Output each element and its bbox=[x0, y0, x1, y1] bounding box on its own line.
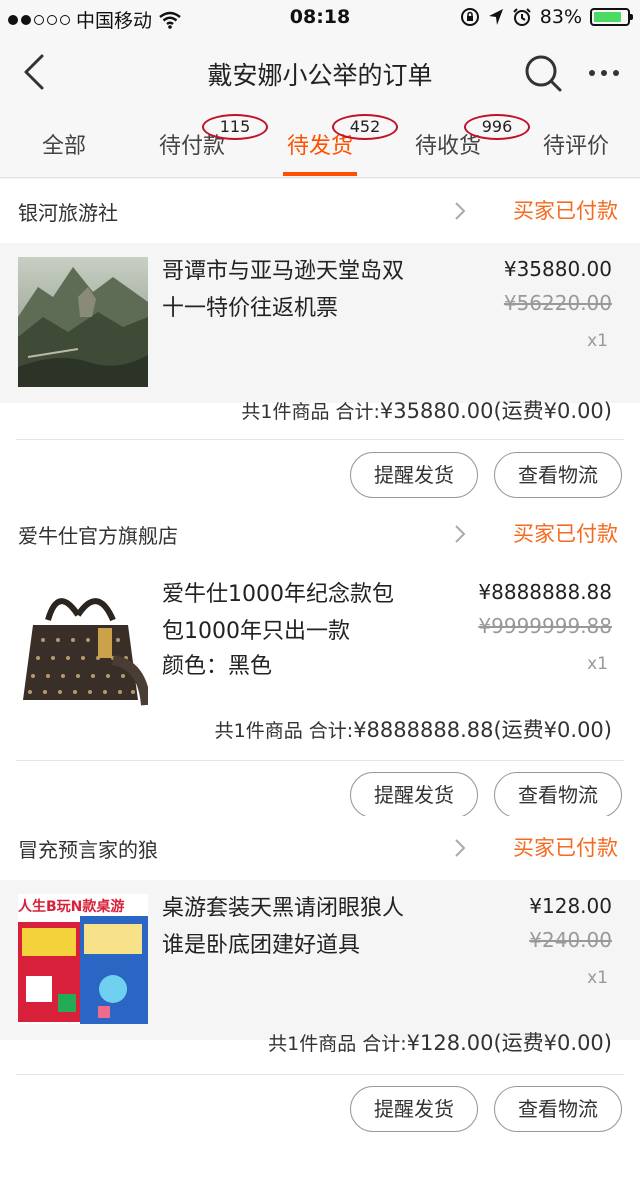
status-right: 83% bbox=[460, 6, 633, 28]
order-item[interactable]: 爱牛仕1000年纪念款包包1000年只出一款 颜色：黑色 ¥8888888.88… bbox=[0, 566, 640, 726]
summary-prefix: 共1件商品 合计: bbox=[241, 401, 380, 423]
chevron-right-icon bbox=[455, 839, 466, 857]
tab-pending-review[interactable]: 待评价 bbox=[516, 128, 636, 160]
order-status: 买家已付款 bbox=[513, 199, 618, 223]
chevron-right-icon bbox=[455, 202, 466, 220]
product-quantity: x1 bbox=[587, 654, 608, 674]
battery-icon bbox=[590, 8, 633, 26]
product-quantity: x1 bbox=[587, 968, 608, 988]
badge-pending-receipt: 996 bbox=[464, 114, 530, 140]
shipping-fee: (运费¥0.00) bbox=[493, 399, 612, 423]
box-title: 人生B玩N款桌游 bbox=[18, 899, 125, 915]
order-summary: 共1件商品 合计:¥128.00(运费¥0.00) bbox=[268, 1027, 612, 1057]
view-logistics-button[interactable]: 查看物流 bbox=[494, 452, 622, 498]
product-name: 桌游套装天黑请闭眼狼人谁是卧底团建好道具 bbox=[162, 896, 405, 958]
shop-row[interactable]: 银河旅游社 买家已付款 bbox=[0, 179, 640, 243]
order-item[interactable]: 哥谭市与亚马逊天堂岛双十一特价往返机票 ¥35880.00 ¥56220.00 … bbox=[0, 243, 640, 403]
shop-name: 冒充预言家的狼 bbox=[18, 838, 158, 862]
divider bbox=[16, 760, 624, 761]
shipping-fee: (运费¥0.00) bbox=[493, 718, 612, 742]
order-card: 爱牛仕官方旗舰店 买家已付款 爱牛仕1000年纪念款包包1000年只出一款 颜色… bbox=[0, 502, 640, 827]
product-name: 哥谭市与亚马逊天堂岛双十一特价往返机票 bbox=[162, 259, 405, 321]
product-name: 爱牛仕1000年纪念款包包1000年只出一款 bbox=[162, 582, 394, 644]
order-total: ¥128.00 bbox=[406, 1031, 494, 1055]
divider bbox=[16, 1074, 624, 1075]
remind-shipment-button[interactable]: 提醒发货 bbox=[350, 1086, 478, 1132]
search-icon[interactable] bbox=[522, 52, 564, 94]
order-status: 买家已付款 bbox=[513, 522, 618, 546]
order-card: 冒充预言家的狼 买家已付款 人生B玩N款桌游 桌游套装天黑请闭眼狼人谁是卧底团建… bbox=[0, 816, 640, 1182]
summary-prefix: 共1件商品 合计: bbox=[214, 720, 354, 742]
order-summary: 共1件商品 合计:¥35880.00(运费¥0.00) bbox=[241, 395, 612, 425]
order-summary: 共1件商品 合计:¥8888888.88(运费¥0.00) bbox=[215, 714, 612, 744]
product-price: ¥128.00 bbox=[529, 894, 612, 918]
rotation-lock-icon bbox=[460, 8, 479, 26]
order-tabs: 全部 待付款 待发货 待收货 待评价 115 452 996 bbox=[0, 110, 640, 178]
badge-pending-shipment: 452 bbox=[332, 114, 398, 140]
status-bar: 中国移动 08:18 83% bbox=[0, 0, 640, 36]
chevron-right-icon bbox=[455, 525, 466, 543]
product-image-landscape bbox=[18, 257, 148, 387]
shop-row[interactable]: 爱牛仕官方旗舰店 买家已付款 bbox=[0, 502, 640, 566]
order-total: ¥8888888.88 bbox=[353, 718, 494, 742]
order-card: 银河旅游社 买家已付款 哥谭市与亚马逊天堂岛双十一特价往返机票 ¥35880.0… bbox=[0, 179, 640, 512]
battery-percent: 83% bbox=[539, 6, 582, 28]
active-tab-indicator bbox=[283, 172, 357, 176]
remind-shipment-button[interactable]: 提醒发货 bbox=[350, 452, 478, 498]
order-total: ¥35880.00 bbox=[379, 399, 494, 423]
product-original-price: ¥9999999.88 bbox=[478, 614, 612, 638]
more-icon[interactable] bbox=[584, 52, 624, 94]
order-item[interactable]: 人生B玩N款桌游 桌游套装天黑请闭眼狼人谁是卧底团建好道具 ¥128.00 ¥2… bbox=[0, 880, 640, 1040]
view-logistics-button[interactable]: 查看物流 bbox=[494, 1086, 622, 1132]
alarm-icon bbox=[513, 8, 531, 26]
shop-name: 银河旅游社 bbox=[18, 201, 118, 225]
product-color: 颜色：黑色 bbox=[162, 654, 273, 679]
navigation-bar: 戴安娜小公举的订单 bbox=[0, 36, 640, 110]
shop-name: 爱牛仕官方旗舰店 bbox=[18, 524, 178, 548]
product-price: ¥8888888.88 bbox=[478, 580, 612, 604]
shop-row[interactable]: 冒充预言家的狼 买家已付款 bbox=[0, 816, 640, 880]
shipping-fee: (运费¥0.00) bbox=[493, 1031, 612, 1055]
location-icon bbox=[488, 9, 503, 25]
product-image-handbag bbox=[18, 580, 148, 710]
product-original-price: ¥56220.00 bbox=[503, 291, 612, 315]
remind-shipment-button[interactable]: 提醒发货 bbox=[350, 772, 478, 818]
tab-all[interactable]: 全部 bbox=[4, 128, 124, 160]
order-status: 买家已付款 bbox=[513, 836, 618, 860]
divider bbox=[16, 439, 624, 440]
product-quantity: x1 bbox=[587, 331, 608, 351]
product-image-board-game: 人生B玩N款桌游 bbox=[18, 894, 148, 1024]
badge-pending-payment: 115 bbox=[202, 114, 268, 140]
product-price: ¥35880.00 bbox=[503, 257, 612, 281]
summary-prefix: 共1件商品 合计: bbox=[268, 1033, 407, 1055]
product-original-price: ¥240.00 bbox=[529, 928, 612, 952]
battery-fill bbox=[594, 12, 621, 22]
view-logistics-button[interactable]: 查看物流 bbox=[494, 772, 622, 818]
